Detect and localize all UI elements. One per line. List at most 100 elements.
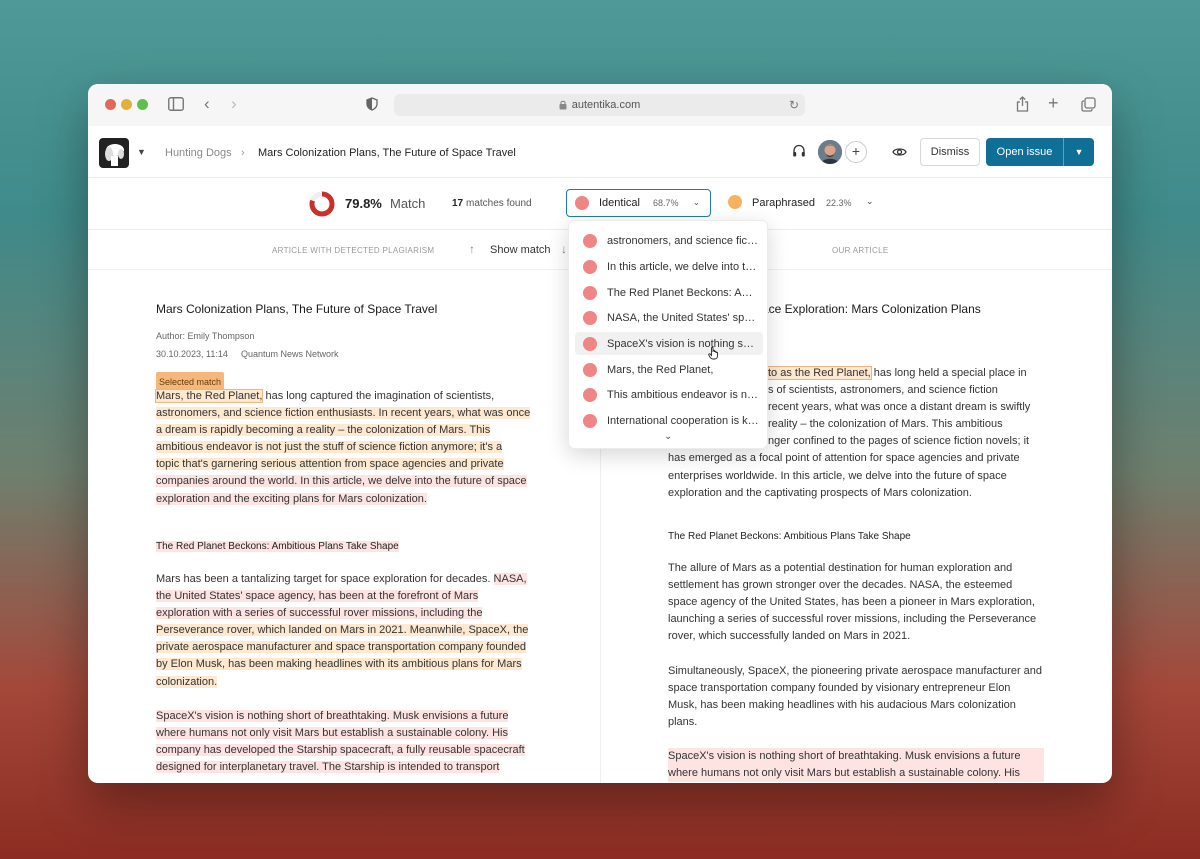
open-issue-label[interactable]: Open issue [986, 138, 1064, 166]
right-selected-match-highlight[interactable]: to as the Red Planet, [767, 366, 872, 380]
left-article-title: Mars Colonization Plans, The Future of S… [156, 302, 438, 316]
left-paragraph-1: Mars, the Red Planet, has long captured … [154, 388, 596, 508]
matched-line[interactable]: private aerospace manufacturer and space… [156, 641, 526, 654]
breadcrumb-parent[interactable]: Hunting Dogs [165, 147, 232, 159]
matched-line[interactable]: where humans not only visit Mars but est… [668, 765, 1044, 783]
match-option[interactable]: NASA, the United States' space agency [575, 306, 763, 329]
maximize-window-button[interactable] [137, 99, 148, 110]
match-dot [583, 413, 597, 428]
matched-line[interactable]: Perseverance rover, which landed on Mars… [156, 624, 529, 637]
scroll-more-chevron-down-icon[interactable]: ⌄ [664, 431, 672, 442]
matched-line[interactable]: astronomers, and science fiction enthusi… [156, 407, 531, 420]
workspace-chevron-down-icon[interactable]: ▼ [137, 147, 146, 157]
match-option-label: International cooperation is key [607, 414, 759, 427]
left-subheading[interactable]: The Red Planet Beckons: Ambitious Plans … [156, 541, 399, 552]
right-line: The allure of Mars as a potential destin… [668, 562, 1013, 574]
shield-icon[interactable] [366, 97, 378, 115]
match-option-hovered[interactable]: SpaceX's vision is nothing short of brea… [575, 332, 763, 355]
matched-line[interactable]: exploration and the exciting plans for M… [156, 492, 427, 505]
browser-window: ‹ › autentika.com ↻ + ▼ Hunting Dogs › M… [88, 84, 1112, 783]
left-p1-line1-rest: has long captured the imagination of sci… [265, 390, 495, 402]
match-dot [583, 285, 597, 300]
right-line: Simultaneously, SpaceX, the pioneering p… [668, 665, 1043, 677]
headphones-icon[interactable] [792, 144, 806, 163]
right-line: has emerged as a focal point of attentio… [668, 452, 1020, 465]
arrow-up-icon[interactable]: ↑ [469, 242, 475, 256]
address-bar[interactable]: autentika.com [394, 94, 805, 116]
add-collaborator-icon[interactable]: + [845, 141, 867, 163]
right-line: launching a series of successful rover m… [668, 613, 1037, 626]
back-icon[interactable]: ‹ [204, 95, 210, 112]
match-label: Match [390, 196, 426, 211]
matched-line[interactable]: where humans not only visit Mars but est… [156, 727, 508, 740]
match-option[interactable]: International cooperation is key [575, 409, 763, 432]
left-p2-line1-plain: Mars has been a tantalizing target for s… [156, 573, 491, 585]
right-line: space transportation company founded by … [668, 682, 1011, 695]
match-option[interactable]: Mars, the Red Planet, [575, 358, 763, 381]
right-line: Musk, has been making headlines with his… [668, 699, 1016, 712]
match-option-label: In this article, we delve into the futur… [607, 260, 759, 273]
eye-icon[interactable] [892, 145, 907, 163]
identical-color-dot [575, 196, 589, 210]
browser-toolbar: ‹ › autentika.com ↻ + [88, 84, 1112, 126]
matched-line[interactable]: company has developed the Starship space… [156, 744, 525, 757]
match-option[interactable]: In this article, we delve into the futur… [575, 255, 763, 278]
right-subheading: The Red Planet Beckons: Ambitious Plans … [668, 531, 911, 542]
share-icon[interactable] [1016, 96, 1029, 116]
match-dot [583, 387, 597, 402]
open-issue-chevron-down-icon[interactable]: ▼ [1064, 138, 1094, 166]
paraphrased-color-dot [728, 195, 742, 209]
right-line: rover, which successfully landed on Mars… [668, 630, 911, 643]
show-match-label[interactable]: Show match [490, 244, 551, 256]
matched-line[interactable]: ambitious endeavor is not just the stuff… [156, 441, 503, 454]
paraphrased-label[interactable]: Paraphrased [752, 197, 815, 209]
breadcrumb-separator-icon: › [241, 147, 245, 159]
match-percent: 79.8% [345, 196, 382, 211]
matched-line[interactable]: colonization. [156, 675, 218, 688]
left-paragraph-2: Mars has been a tantalizing target for s… [156, 571, 596, 691]
right-paragraph-3: Simultaneously, SpaceX, the pioneering p… [668, 663, 1108, 731]
match-option[interactable]: The Red Planet Beckons: Ambitious Plans [575, 281, 763, 304]
dismiss-button[interactable]: Dismiss [920, 138, 980, 166]
minimize-window-button[interactable] [121, 99, 132, 110]
matched-line[interactable]: topic that's garnering serious attention… [156, 458, 504, 471]
match-dot [583, 259, 597, 274]
paraphrased-chevron-down-icon[interactable]: ⌄ [866, 196, 874, 207]
left-article-source: Quantum News Network [241, 349, 339, 359]
selected-match-highlight[interactable]: Mars, the Red Planet, [154, 389, 264, 403]
matched-line[interactable]: SpaceX's vision is nothing short of brea… [668, 748, 1044, 766]
matched-line[interactable]: exploration with a series of successful … [156, 607, 483, 620]
matched-line[interactable]: by Elon Musk, has been making headlines … [156, 658, 522, 671]
matched-line[interactable]: SpaceX's vision is nothing short of brea… [156, 710, 509, 722]
paraphrased-percent: 22.3% [826, 198, 852, 208]
match-option-label: NASA, the United States' space agency [607, 311, 759, 324]
identical-label: Identical [599, 197, 640, 209]
identical-filter-select[interactable]: Identical 68.7% ⌄ [566, 189, 711, 217]
right-line: enterprises worldwide. In this article, … [668, 469, 1007, 482]
matched-line[interactable]: designed for interplanetary travel. The … [156, 761, 500, 774]
user-avatar[interactable] [818, 140, 842, 164]
reload-icon[interactable]: ↻ [789, 97, 799, 113]
tabs-overview-icon[interactable] [1081, 97, 1096, 116]
new-tab-icon[interactable]: + [1048, 94, 1059, 112]
forward-icon[interactable]: › [231, 95, 237, 112]
right-article-title: ace Exploration: Mars Colonization Plans [762, 302, 981, 316]
matched-line[interactable]: companies around the world. In this arti… [156, 475, 527, 488]
matched-line[interactable]: a dream is rapidly becoming a reality – … [156, 424, 491, 437]
identical-chevron-down-icon[interactable]: ⌄ [693, 198, 700, 207]
right-p1-line1-rest: has long held a special place in [873, 367, 1027, 379]
matched-line[interactable]: the United States' space agency, has bee… [156, 590, 479, 603]
url-text: autentika.com [571, 99, 641, 111]
match-progress-ring [309, 191, 335, 222]
matched-line[interactable]: NASA, [493, 573, 527, 585]
app-logo[interactable] [99, 138, 129, 168]
identical-percent: 68.7% [653, 198, 679, 208]
open-issue-button[interactable]: Open issue ▼ [986, 138, 1094, 166]
left-paragraph-3: SpaceX's vision is nothing short of brea… [156, 708, 596, 776]
match-option[interactable]: This ambitious endeavor is not just [575, 383, 763, 406]
left-article-date: 30.10.2023, 11:14 [156, 349, 228, 359]
close-window-button[interactable] [105, 99, 116, 110]
match-option[interactable]: astronomers, and science fiction enthusi… [575, 229, 763, 252]
sidebar-toggle-icon[interactable] [168, 97, 184, 115]
arrow-down-icon[interactable]: ↓ [561, 242, 567, 256]
